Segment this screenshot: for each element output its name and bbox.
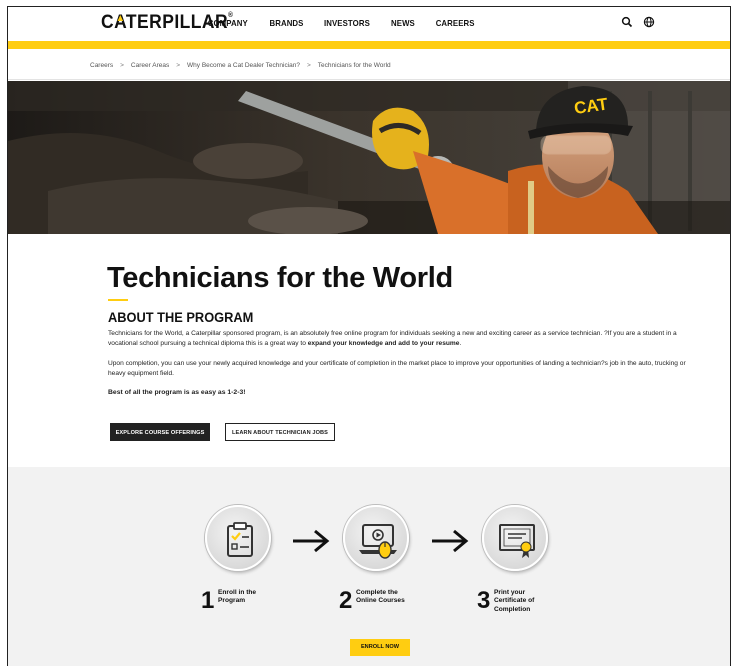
- header-accent-band: [8, 41, 730, 49]
- intro-paragraph: Technicians for the World, a Caterpillar…: [108, 329, 693, 348]
- learn-about-technician-jobs-button[interactable]: LEARN ABOUT TECHNICIAN JOBS: [225, 423, 335, 441]
- explore-course-offerings-button[interactable]: EXPLORE COURSE OFFERINGS: [110, 423, 210, 441]
- laptop-mouse-icon: [359, 524, 397, 559]
- step-3-label-line: Completion: [494, 605, 531, 613]
- globe-icon[interactable]: [642, 15, 656, 29]
- search-icon[interactable]: [620, 15, 634, 29]
- breadcrumb-career-areas[interactable]: Career Areas: [131, 62, 169, 69]
- main-nav: COMPANY BRANDS INVESTORS NEWS CAREERS: [206, 18, 477, 28]
- logo-triangle-icon: [117, 15, 124, 21]
- nav-investors[interactable]: INVESTORS: [324, 18, 370, 28]
- breadcrumb: Careers > Career Areas > Why Become a Ca…: [90, 62, 391, 69]
- step-1-label-line: Program: [218, 597, 246, 605]
- breadcrumb-separator: >: [120, 62, 124, 69]
- nav-brands[interactable]: BRANDS: [269, 18, 303, 28]
- certificate-icon: [499, 524, 535, 558]
- intro-emphasis: expand your knowledge and add to your re…: [307, 339, 460, 347]
- completion-paragraph: Upon completion, you can use your newly …: [108, 360, 686, 377]
- breadcrumb-separator: >: [176, 62, 181, 69]
- enroll-now-button[interactable]: ENROLL NOW: [350, 639, 410, 656]
- step-2-number: 2: [339, 587, 353, 614]
- step-1-number: 1: [201, 587, 215, 614]
- nav-careers[interactable]: CAREERS: [436, 18, 475, 28]
- technician-photo: CAT: [8, 81, 730, 234]
- step-1-circle: [205, 505, 271, 571]
- step-3-label: Print your Certificate of Completion: [494, 589, 534, 614]
- step-2-label: Complete the Online Courses: [356, 589, 405, 606]
- nav-company[interactable]: COMPANY: [208, 18, 248, 28]
- breadcrumb-current: Technicians for the World: [317, 62, 391, 69]
- breadcrumb-why-become[interactable]: Why Become a Cat Dealer Technician?: [187, 62, 300, 69]
- clipboard-checklist-icon: [227, 522, 253, 557]
- breadcrumb-divider: [8, 79, 730, 80]
- step-3-number: 3: [477, 587, 491, 614]
- step-2-label-line: Online Courses: [356, 597, 405, 605]
- step-1-label: Enroll in the Program: [218, 589, 256, 606]
- step-3-label-line: Print your: [494, 589, 526, 596]
- arrow-right-icon: [293, 529, 330, 553]
- section-heading: ABOUT THE PROGRAM: [108, 310, 254, 325]
- step-2-circle: [343, 505, 409, 571]
- step-3-circle: [482, 505, 548, 571]
- nav-news[interactable]: NEWS: [391, 18, 415, 28]
- step-2-label-line: Complete the: [356, 589, 398, 596]
- title-accent-rule: [108, 299, 128, 301]
- step-1-label-line: Enroll in the: [218, 589, 257, 596]
- intro-end: .: [459, 339, 462, 347]
- easy-as-text: Best of all the program is as easy as 1-…: [108, 389, 246, 396]
- breadcrumb-careers[interactable]: Careers: [90, 62, 113, 69]
- page-frame: CATERPILLAR® COMPANY BRANDS INVESTORS NE…: [7, 6, 731, 666]
- page-title: Technicians for the World: [107, 262, 453, 294]
- hero-image: CAT: [8, 81, 730, 234]
- steps-section: 1 Enroll in the Program 2 Complete the O…: [8, 467, 730, 666]
- breadcrumb-separator: >: [306, 62, 311, 69]
- site-header: CATERPILLAR® COMPANY BRANDS INVESTORS NE…: [8, 7, 730, 41]
- arrow-right-icon: [432, 529, 469, 553]
- step-3-label-line: Certificate of: [494, 597, 535, 605]
